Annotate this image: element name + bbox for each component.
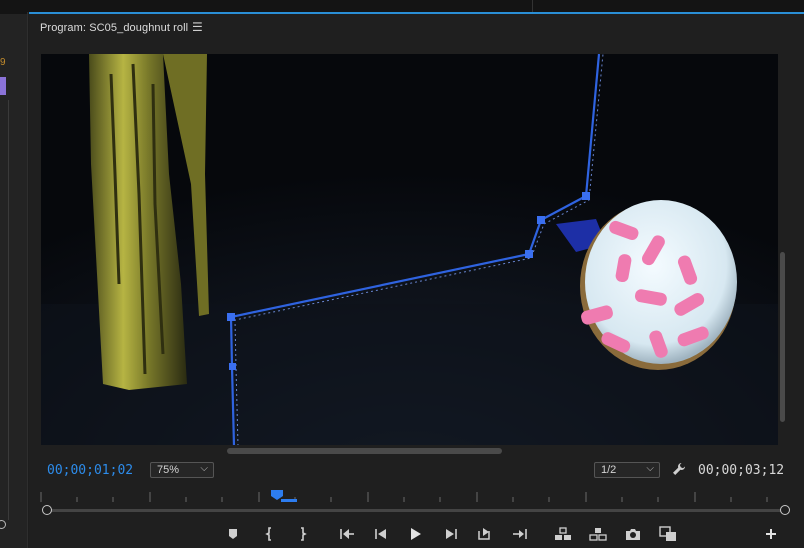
top-panel-divider <box>532 0 533 12</box>
horizontal-scrollbar[interactable] <box>227 448 502 454</box>
chevron-down-icon: ⌵ <box>646 463 654 474</box>
go-to-out-icon[interactable] <box>474 524 496 544</box>
left-panel-clip-swatch <box>0 77 6 95</box>
zoom-level-value: 75% <box>157 464 180 476</box>
duration-timecode: 00;00;03;12 <box>698 463 785 478</box>
zoom-bar-right-handle[interactable] <box>780 505 790 515</box>
left-panel-divider <box>8 100 9 520</box>
program-video-frame[interactable] <box>41 54 778 445</box>
left-panel-edge: 9 <box>0 0 28 548</box>
lift-icon[interactable] <box>552 524 574 544</box>
time-ruler[interactable] <box>40 488 792 502</box>
playback-resolution-value: 1/2 <box>601 464 617 476</box>
current-timecode[interactable]: 00;00;01;02 <box>47 463 133 478</box>
mark-in-icon[interactable] <box>259 524 281 544</box>
left-panel-handle[interactable] <box>0 520 6 529</box>
play-icon[interactable] <box>405 524 427 544</box>
zoom-level-select[interactable]: 75% ⌵ <box>150 462 214 478</box>
left-panel-fragment-text: 9 <box>0 57 6 68</box>
playhead-tail <box>281 499 297 502</box>
vertical-scrollbar[interactable] <box>780 252 785 422</box>
timeline-zoom-bar[interactable] <box>46 509 785 512</box>
comparison-view-icon[interactable] <box>657 524 679 544</box>
step-back-icon[interactable] <box>370 524 392 544</box>
button-editor-icon[interactable] <box>760 524 782 544</box>
step-forward-icon[interactable] <box>440 524 462 544</box>
chevron-down-icon: ⌵ <box>200 463 208 474</box>
go-to-in-icon[interactable] <box>336 524 358 544</box>
panel-menu-icon[interactable]: ☰ <box>192 20 203 34</box>
export-frame-icon[interactable] <box>622 524 644 544</box>
panel-title[interactable]: Program: SC05_doughnut roll <box>40 22 188 34</box>
video-frame-image <box>41 54 778 445</box>
top-panel-bar <box>27 0 804 12</box>
playback-resolution-select[interactable]: 1/2 ⌵ <box>594 462 660 478</box>
settings-wrench-icon[interactable] <box>672 462 686 476</box>
add-marker-icon[interactable] <box>222 524 244 544</box>
mark-out-icon[interactable] <box>291 524 313 544</box>
zoom-bar-left-handle[interactable] <box>42 505 52 515</box>
left-panel-header <box>0 0 27 14</box>
extract-icon[interactable] <box>587 524 609 544</box>
insert-overwrite-icon[interactable] <box>509 524 531 544</box>
